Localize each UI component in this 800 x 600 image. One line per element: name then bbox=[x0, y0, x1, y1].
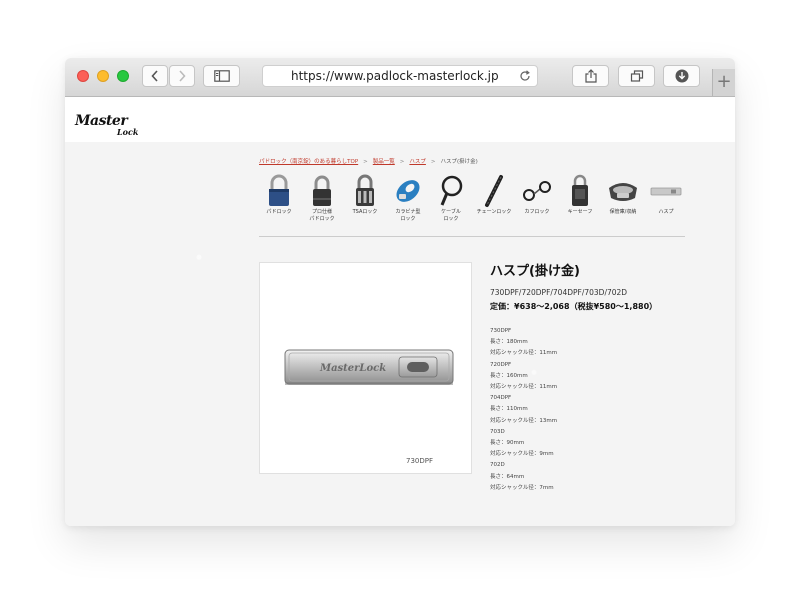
category-label: カラビナ型 ロック bbox=[395, 209, 421, 222]
spec-model: 702D bbox=[490, 462, 505, 469]
category-label: プロ仕様 パドロック bbox=[309, 209, 335, 222]
logo-sub-text: Lock bbox=[117, 127, 139, 137]
minimize-window-button[interactable] bbox=[97, 70, 109, 82]
maximize-window-button[interactable] bbox=[117, 70, 129, 82]
breadcrumb-link-top[interactable]: パドロック（南京錠）のある暮らしTOP bbox=[259, 159, 358, 165]
close-window-button[interactable] bbox=[77, 70, 89, 82]
category-padlock[interactable]: パドロック bbox=[259, 174, 299, 216]
spec-shackle: 対応シャックル径：11mm bbox=[490, 350, 558, 357]
category-cable-lock[interactable]: ケーブル ロック bbox=[431, 174, 471, 223]
category-chain-lock[interactable]: チェーンロック bbox=[474, 174, 514, 216]
spec-shackle: 対応シャックル径：7mm bbox=[490, 484, 554, 491]
spec-model: 703D bbox=[490, 428, 505, 435]
category-cuff-lock[interactable]: カフロック bbox=[517, 174, 557, 216]
spec-shackle: 対応シャックル径：13mm bbox=[490, 417, 558, 424]
spec-model: 704DPF bbox=[490, 395, 512, 402]
reload-icon[interactable] bbox=[519, 70, 531, 82]
key-safe-icon bbox=[572, 174, 588, 206]
cable-lock-icon bbox=[440, 175, 463, 206]
breadcrumb-separator: > bbox=[399, 159, 405, 165]
product-specs: 730DPF 長さ：180mm 対応シャックル径：11mm 720DPF 長さ：… bbox=[490, 326, 720, 494]
product-image: MasterLock 730DPF bbox=[259, 262, 472, 474]
tabs-button[interactable] bbox=[618, 65, 655, 87]
product-price: 定価：¥638〜2,068（税抜¥580〜1,880） bbox=[490, 302, 658, 311]
chevron-left-icon bbox=[151, 70, 158, 82]
url-text: https://www.padlock-masterlock.jp bbox=[291, 69, 499, 83]
new-tab-button[interactable]: + bbox=[712, 69, 735, 96]
cuff-lock-icon bbox=[523, 181, 551, 201]
storage-icon bbox=[609, 183, 637, 201]
spec-model: 720DPF bbox=[490, 361, 512, 368]
browser-toolbar: https://www.padlock-masterlock.jp + bbox=[65, 58, 735, 97]
spec-length: 長さ：90mm bbox=[490, 440, 525, 447]
browser-window: https://www.padlock-masterlock.jp + Mast… bbox=[65, 58, 735, 526]
category-label: カフロック bbox=[524, 209, 550, 215]
category-key-safe[interactable]: キーセーフ bbox=[560, 174, 600, 216]
chain-lock-icon bbox=[485, 175, 503, 207]
product-info: ハスプ(掛け金) 730DPF/720DPF/704DPF/703D/702D … bbox=[490, 260, 720, 494]
image-caption: 730DPF bbox=[406, 457, 433, 465]
product-models: 730DPF/720DPF/704DPF/703D/702D bbox=[490, 288, 628, 297]
pro-padlock-icon bbox=[313, 175, 331, 206]
spec-length: 長さ：64mm bbox=[490, 473, 525, 480]
spec-shackle: 対応シャックル径：9mm bbox=[490, 451, 554, 458]
category-pro-padlock[interactable]: プロ仕様 パドロック bbox=[302, 174, 342, 223]
download-icon bbox=[675, 69, 688, 83]
share-button[interactable] bbox=[572, 65, 609, 87]
category-label: ケーブル ロック bbox=[441, 209, 461, 222]
tabs-icon bbox=[630, 70, 643, 82]
sidebar-button[interactable] bbox=[203, 65, 240, 87]
category-label: チェーンロック bbox=[476, 209, 512, 215]
image-brand-text: MasterLock bbox=[319, 363, 386, 374]
page-content: パドロック（南京錠）のある暮らしTOP > 製品一覧 > ハスプ > ハスプ(掛け金) パド… bbox=[65, 142, 735, 526]
divider bbox=[259, 236, 685, 237]
breadcrumb: パドロック（南京錠）のある暮らしTOP > 製品一覧 > ハスプ > ハスプ(掛け金) bbox=[259, 157, 478, 165]
breadcrumb-link-hasp[interactable]: ハスプ bbox=[409, 159, 426, 165]
breadcrumb-separator: > bbox=[430, 159, 436, 165]
category-label: ハスプ bbox=[658, 209, 674, 215]
share-icon bbox=[584, 69, 597, 83]
address-bar[interactable]: https://www.padlock-masterlock.jp bbox=[262, 65, 538, 87]
breadcrumb-separator: > bbox=[363, 159, 368, 165]
breadcrumb-link-products[interactable]: 製品一覧 bbox=[373, 159, 395, 165]
breadcrumb-current: ハスプ(掛け金) bbox=[440, 159, 478, 165]
forward-button[interactable] bbox=[169, 65, 195, 87]
sidebar-icon bbox=[213, 70, 230, 82]
downloads-button[interactable] bbox=[663, 65, 700, 87]
category-storage[interactable]: 保管庫/収納 bbox=[603, 174, 643, 216]
category-label: TSAロック bbox=[352, 209, 378, 215]
back-button[interactable] bbox=[142, 65, 168, 87]
hasp-product-photo: MasterLock bbox=[284, 349, 454, 385]
category-carabiner-lock[interactable]: カラビナ型 ロック bbox=[388, 174, 428, 223]
padlock-icon bbox=[269, 174, 289, 206]
spec-model: 730DPF bbox=[490, 328, 512, 334]
spec-length: 長さ：180mm bbox=[490, 339, 528, 346]
tsa-lock-icon bbox=[356, 174, 374, 206]
spec-length: 長さ：110mm bbox=[490, 406, 528, 413]
product-title: ハスプ(掛け金) bbox=[490, 264, 580, 279]
category-tsa-lock[interactable]: TSAロック bbox=[345, 174, 385, 216]
category-hasp[interactable]: ハスプ bbox=[646, 174, 686, 216]
hasp-icon bbox=[650, 187, 682, 196]
chevron-right-icon bbox=[179, 70, 186, 82]
carabiner-lock-icon bbox=[396, 180, 420, 202]
spec-length: 長さ：160mm bbox=[490, 372, 528, 379]
category-nav: パドロック プロ仕様 パドロック TSAロック カラビナ型 ロック ケーブル ロ… bbox=[259, 174, 685, 234]
category-label: キーセーフ bbox=[567, 209, 593, 215]
spec-shackle: 対応シャックル径：11mm bbox=[490, 384, 558, 391]
site-header: Master Lock bbox=[65, 97, 735, 142]
category-label: パドロック bbox=[266, 209, 292, 215]
category-label: 保管庫/収納 bbox=[609, 209, 637, 215]
